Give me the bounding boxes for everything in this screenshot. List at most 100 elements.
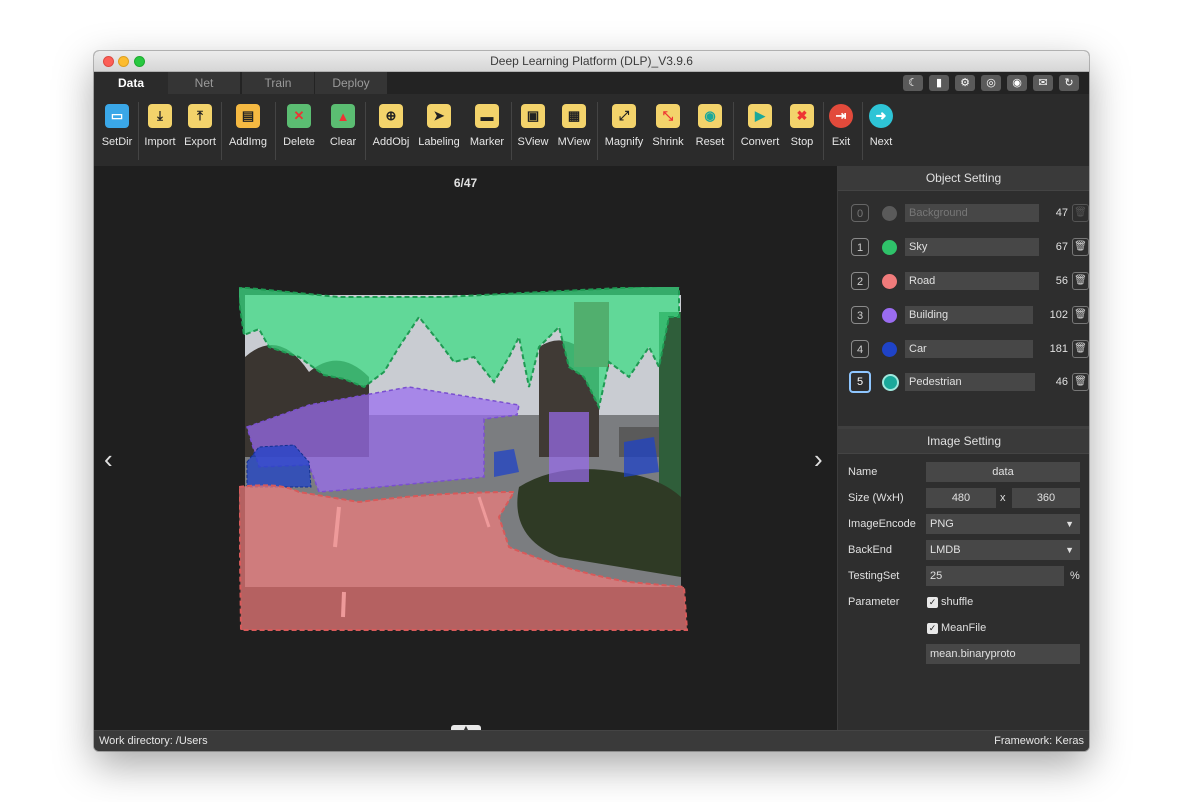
object-name-field[interactable]: Pedestrian [905, 373, 1035, 391]
add-object-icon: ⊕ [379, 104, 403, 128]
compass-icon[interactable]: ◎ [981, 75, 1001, 91]
delete-button[interactable]: ✕ Delete [276, 104, 322, 160]
encode-select[interactable]: PNG ▼ [926, 514, 1080, 534]
status-bar: Work directory: /Users Framework: Keras [94, 730, 1089, 751]
object-index[interactable]: 2 [851, 272, 869, 290]
sview-button[interactable]: ▣ SView [510, 104, 556, 160]
backend-label: BackEnd [848, 544, 893, 556]
tab-train[interactable]: Train [242, 72, 314, 94]
object-name-field[interactable]: Background [905, 204, 1039, 222]
trash-icon[interactable]: 🗑 [1072, 340, 1089, 358]
labeling-icon: ➤ [427, 104, 451, 128]
reset-button[interactable]: ◉ Reset [687, 104, 733, 160]
segmentation-image[interactable] [235, 283, 695, 631]
gear-icon[interactable]: ⚙ [955, 75, 975, 91]
object-row-sky[interactable]: 1 Sky 67 🗑 [848, 238, 1089, 258]
tab-data[interactable]: Data [94, 72, 168, 94]
object-row-car[interactable]: 4 Car 181 🗑 [848, 340, 1089, 360]
object-count: 181 [1049, 343, 1068, 355]
framework-status: Framework: Keras [994, 735, 1084, 747]
meanfile-checkbox[interactable]: ✓ [927, 623, 938, 634]
object-row-building[interactable]: 3 Building 102 🗑 [848, 306, 1089, 326]
labeling-button[interactable]: ➤ Labeling [416, 104, 462, 160]
clear-button[interactable]: ▲ Clear [320, 104, 366, 160]
name-field[interactable]: data [926, 462, 1080, 482]
meanfile-field[interactable]: mean.binaryproto [926, 644, 1080, 664]
object-index[interactable]: 3 [851, 306, 869, 324]
height-field[interactable]: 360 [1012, 488, 1080, 508]
object-row-background[interactable]: 0 Background 47 🗑 [848, 204, 1089, 224]
percent-unit: % [1070, 570, 1080, 582]
shuffle-label: shuffle [941, 596, 974, 608]
image-counter: 6/47 [453, 176, 478, 190]
right-panel: Object Setting 0 Background 47 🗑 1 Sky 6… [837, 166, 1089, 730]
trash-icon[interactable]: 🗑 [1072, 272, 1089, 290]
size-separator: x [1000, 492, 1006, 504]
toolbar-separator [733, 102, 734, 160]
tab-deploy[interactable]: Deploy [315, 72, 387, 94]
reset-label: Reset [695, 136, 725, 148]
wechat-icon[interactable]: ◉ [1007, 75, 1027, 91]
window-title: Deep Learning Platform (DLP)_V3.9.6 [490, 54, 693, 68]
image-canvas[interactable]: 6/47 ‹ › ▲ [94, 166, 837, 733]
color-swatch[interactable] [882, 342, 897, 357]
toolbar-separator [221, 102, 222, 160]
width-field[interactable]: 480 [926, 488, 996, 508]
shuffle-checkbox[interactable]: ✓ [927, 597, 938, 608]
trash-icon[interactable]: 🗑 [1072, 238, 1089, 256]
refresh-icon[interactable]: ↻ [1059, 75, 1079, 91]
color-swatch[interactable] [882, 374, 899, 391]
reset-icon: ◉ [698, 104, 722, 128]
testing-label: TestingSet [848, 570, 900, 582]
object-row-road[interactable]: 2 Road 56 🗑 [848, 272, 1089, 292]
next-button[interactable]: ➜ Next [858, 104, 904, 160]
object-index[interactable]: 1 [851, 238, 869, 256]
object-name-field[interactable]: Car [905, 340, 1033, 358]
trash-icon[interactable]: 🗑 [1072, 373, 1089, 391]
next-image-icon[interactable]: › [814, 446, 823, 472]
color-swatch[interactable] [882, 274, 897, 289]
object-index[interactable]: 4 [851, 340, 869, 358]
export-icon: ⤒ [188, 104, 212, 128]
color-swatch[interactable] [882, 206, 897, 221]
object-index[interactable]: 5 [849, 371, 871, 393]
object-name-field[interactable]: Road [905, 272, 1039, 290]
object-name-field[interactable]: Sky [905, 238, 1039, 256]
sd-card-icon[interactable]: ▮ [929, 75, 949, 91]
backend-select[interactable]: LMDB ▼ [926, 540, 1080, 560]
stop-icon: ✖ [790, 104, 814, 128]
trash-icon[interactable]: 🗑 [1072, 306, 1089, 324]
sview-label: SView [517, 136, 549, 148]
object-index[interactable]: 0 [851, 204, 869, 222]
marker-button[interactable]: ▬ Marker [464, 104, 510, 160]
testing-field[interactable]: 25 [926, 566, 1064, 586]
toolbar-separator [597, 102, 598, 160]
annotated-photo [235, 283, 689, 631]
tab-net[interactable]: Net [168, 72, 240, 94]
color-swatch[interactable] [882, 308, 897, 323]
object-row-pedestrian[interactable]: 5 Pedestrian 46 🗑 [848, 371, 1089, 393]
exit-icon: ⇥ [829, 104, 853, 128]
mview-button[interactable]: ▦ MView [551, 104, 597, 160]
chevron-down-icon: ▼ [1065, 545, 1074, 555]
color-swatch[interactable] [882, 240, 897, 255]
toolbar-separator [365, 102, 366, 160]
export-button[interactable]: ⤒ Export [177, 104, 223, 160]
main-tab-bar: Data Net Train Deploy ☾ ▮ ⚙ ◎ ◉ ✉ ↻ [94, 72, 1089, 94]
mail-icon[interactable]: ✉ [1033, 75, 1053, 91]
setdir-label: SetDir [101, 136, 133, 148]
previous-image-icon[interactable]: ‹ [104, 446, 113, 472]
moon-icon[interactable]: ☾ [903, 75, 923, 91]
object-name-field[interactable]: Building [905, 306, 1033, 324]
shrink-button[interactable]: ⤡ Shrink [645, 104, 691, 160]
convert-label: Convert [740, 136, 780, 148]
trash-icon[interactable]: 🗑 [1072, 204, 1089, 222]
mview-label: MView [557, 136, 591, 148]
addimg-button[interactable]: ▤ AddImg [225, 104, 271, 160]
toolbar: ▭ SetDir ⤓ Import ⤒ Export ▤ AddImg ✕ De… [94, 94, 1089, 167]
convert-button[interactable]: ▶ Convert [737, 104, 783, 160]
addobj-button[interactable]: ⊕ AddObj [368, 104, 414, 160]
magnify-button[interactable]: ⤢ Magnify [601, 104, 647, 160]
setdir-button[interactable]: ▭ SetDir [94, 104, 140, 160]
work-directory-status: Work directory: /Users [99, 735, 208, 747]
